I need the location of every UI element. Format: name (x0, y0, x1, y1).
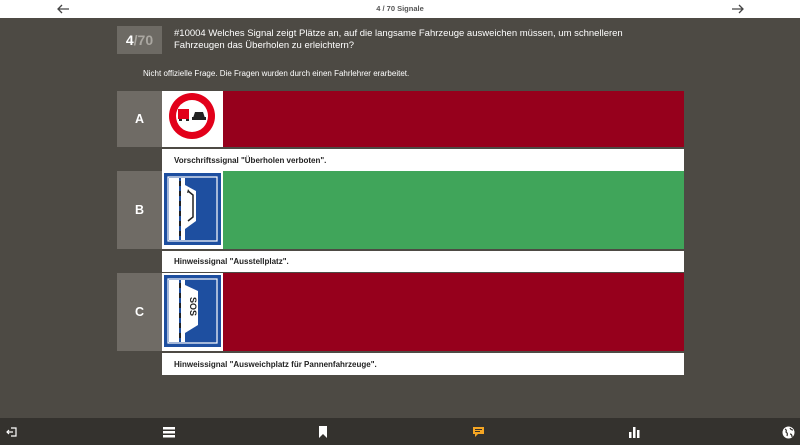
disclaimer-text: Nicht offizielle Frage. Die Fragen wurde… (143, 69, 410, 78)
bookmark-icon (319, 426, 327, 438)
answer-result-wrong (223, 273, 684, 351)
next-question-button[interactable] (724, 0, 752, 18)
answer-caption: Hinweissignal "Ausstellplatz". (162, 251, 684, 272)
answer-option-c[interactable]: C SOS Hinweissignal "Ausweichplatz für P… (117, 273, 684, 375)
sos-lay-by-sign: SOS (164, 275, 221, 347)
comment-icon (472, 427, 484, 437)
answer-caption: Vorschriftssignal "Überholen verboten". (162, 149, 684, 171)
answer-option-a[interactable]: A Vorschriftssignal "Überholen verboten"… (117, 91, 684, 171)
arrow-right-icon (732, 4, 744, 14)
question-number-badge: 4/70 (117, 26, 162, 54)
comment-button[interactable] (470, 424, 486, 440)
answer-caption: Hinweissignal "Ausweichplatz für Pannenf… (162, 353, 684, 375)
no-overtaking-trucks-sign (169, 93, 215, 139)
question-text: #10004 Welches Signal zeigt Plätze an, a… (174, 28, 623, 51)
answer-letter: C (117, 273, 162, 351)
sos-text: SOS (188, 297, 198, 316)
question-number: 4 (125, 32, 134, 48)
answer-letter: A (117, 91, 162, 147)
globe-icon (782, 426, 794, 438)
language-button[interactable] (780, 424, 796, 440)
answer-letter: B (117, 171, 162, 249)
stats-icon (629, 427, 640, 438)
top-bar: 4 / 70 Signale (0, 0, 800, 18)
exit-button[interactable] (4, 424, 20, 440)
sign-image: SOS (162, 273, 223, 351)
question-counter: 4 / 70 Signale (376, 4, 424, 13)
answer-result-wrong (223, 91, 684, 147)
question-total: /70 (133, 32, 154, 48)
answer-option-b[interactable]: B Hinweissignal "Ausstellplatz". (117, 171, 684, 272)
sign-image (162, 171, 223, 249)
bookmark-button[interactable] (315, 424, 331, 440)
statistics-button[interactable] (626, 424, 642, 440)
answer-result-correct (223, 171, 684, 249)
list-icon (163, 427, 175, 438)
exit-icon (6, 427, 17, 437)
lay-by-sign (164, 173, 221, 245)
sign-image (162, 91, 223, 147)
bottom-toolbar (0, 418, 800, 445)
question-list-button[interactable] (161, 424, 177, 440)
